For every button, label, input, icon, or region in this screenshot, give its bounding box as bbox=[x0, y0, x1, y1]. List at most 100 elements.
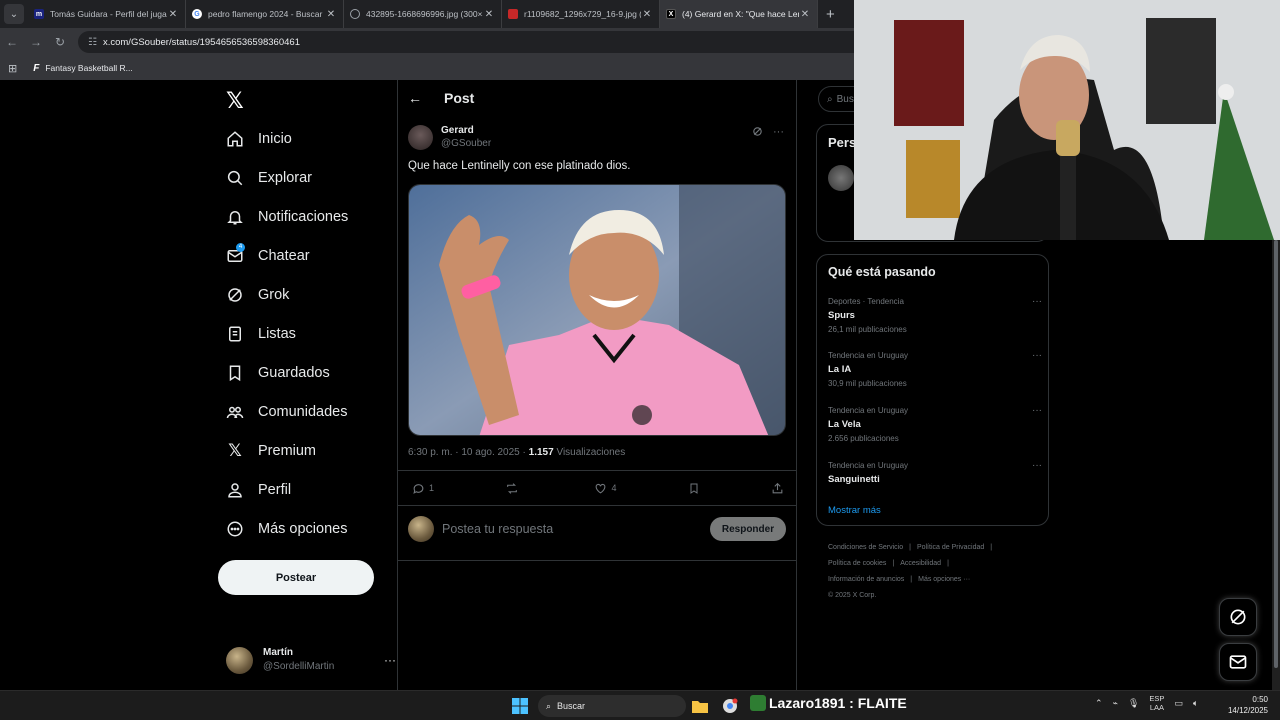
reply-input[interactable]: Postea tu respuesta bbox=[442, 522, 553, 536]
messages-float-button[interactable] bbox=[1219, 643, 1257, 681]
volume-icon[interactable]: 🔈︎ bbox=[1193, 698, 1198, 709]
author-avatar[interactable] bbox=[408, 124, 433, 150]
reply-button[interactable]: 1 bbox=[412, 482, 434, 495]
grok-icon[interactable] bbox=[752, 126, 763, 140]
back-icon[interactable]: ← bbox=[0, 35, 24, 49]
nav-item-premium[interactable]: 𝕏 Premium bbox=[226, 441, 316, 460]
trend-item[interactable]: Tendencia en Uruguay Sanguinetti ··· bbox=[828, 459, 1042, 487]
windows-start-icon[interactable] bbox=[510, 696, 530, 716]
language-indicator[interactable]: ESP LAA bbox=[1149, 694, 1164, 712]
browser-tab[interactable]: 432895-1668696996.jpg (300×300) ✕ bbox=[344, 0, 502, 28]
nav-item-comunidades[interactable]: Comunidades bbox=[226, 403, 347, 421]
footer-link[interactable]: Condiciones de Servicio bbox=[828, 544, 903, 551]
author-name[interactable]: Gerard bbox=[441, 124, 491, 137]
like-button[interactable]: 4 bbox=[594, 482, 617, 495]
file-explorer-icon[interactable] bbox=[690, 696, 710, 716]
poster-image bbox=[894, 20, 964, 126]
nav-item-mas-opciones[interactable]: Más opciones bbox=[226, 520, 347, 538]
close-tab-icon[interactable]: ✕ bbox=[325, 9, 337, 20]
grok-float-button[interactable] bbox=[1219, 598, 1257, 636]
trend-context: Tendencia en Uruguay bbox=[828, 461, 909, 470]
nav-item-grok[interactable]: Grok bbox=[226, 286, 289, 304]
display-icon[interactable]: ▭ bbox=[1174, 698, 1183, 709]
browser-tab[interactable]: m Tomás Guidara - Perfil del jugador ✕ bbox=[28, 0, 186, 28]
more-icon[interactable]: ··· bbox=[384, 653, 396, 667]
clock[interactable]: 0:50 14/12/2025 bbox=[1220, 694, 1268, 716]
show-more-link[interactable]: Mostrar más bbox=[828, 505, 881, 516]
nav-item-listas[interactable]: Listas bbox=[226, 325, 296, 343]
goodfellas-poster-image bbox=[1146, 18, 1216, 124]
copyright: © 2025 X Corp. bbox=[828, 592, 877, 599]
browser-tab[interactable]: G pedro flamengo 2024 - Buscar con Googl… bbox=[186, 0, 344, 28]
nav-item-chatear[interactable]: 4 Chatear bbox=[226, 243, 310, 265]
apps-grid-icon[interactable]: ⊞ bbox=[8, 62, 17, 75]
browser-tab-active[interactable]: X (4) Gerard en X: "Que hace Lentinelly … bbox=[660, 0, 818, 28]
close-tab-icon[interactable]: ✕ bbox=[641, 9, 653, 20]
footer-link[interactable]: Política de cookies bbox=[828, 560, 886, 567]
bookmark-button[interactable] bbox=[688, 482, 700, 495]
share-button[interactable] bbox=[771, 482, 784, 495]
lang-layout: LAA bbox=[1149, 703, 1164, 712]
nav-item-guardados[interactable]: Guardados bbox=[226, 364, 330, 382]
close-tab-icon[interactable]: ✕ bbox=[167, 9, 179, 20]
tab-title: (4) Gerard en X: "Que hace Lentinelly co… bbox=[682, 9, 799, 19]
nav-item-inicio[interactable]: Inicio bbox=[226, 130, 292, 148]
repost-button[interactable] bbox=[505, 482, 523, 495]
more-icon[interactable]: ··· bbox=[773, 126, 784, 140]
site-favicon-icon: m bbox=[34, 9, 44, 19]
more-icon[interactable]: ··· bbox=[1032, 349, 1042, 363]
nav-label: Perfil bbox=[258, 482, 292, 498]
post-timestamp[interactable]: 6:30 p. m. · 10 ago. 2025 · bbox=[408, 447, 529, 458]
post-author[interactable]: Gerard @GSouber bbox=[408, 124, 491, 150]
post-meta: 6:30 p. m. · 10 ago. 2025 · 1.157 Visual… bbox=[408, 447, 625, 458]
footer-link[interactable]: Información de anuncios bbox=[828, 576, 904, 583]
reply-submit-button[interactable]: Responder bbox=[710, 517, 786, 541]
forward-icon[interactable]: → bbox=[24, 35, 48, 49]
reload-icon[interactable]: ↻ bbox=[48, 35, 72, 49]
like-count: 4 bbox=[611, 483, 617, 493]
nav-label: Chatear bbox=[258, 248, 310, 264]
close-tab-icon[interactable]: ✕ bbox=[483, 9, 495, 20]
footer-link[interactable]: Accesibilidad bbox=[900, 560, 941, 567]
tab-search-button[interactable]: ⌄ bbox=[4, 4, 24, 24]
trend-item[interactable]: Tendencia en Uruguay La IA 30,9 mil publ… bbox=[828, 349, 1042, 391]
search-icon: ⌕ bbox=[546, 700, 552, 711]
post-button[interactable]: Postear bbox=[218, 560, 374, 595]
scrollbar-thumb[interactable] bbox=[1274, 240, 1278, 668]
post-image[interactable] bbox=[408, 184, 786, 436]
more-icon[interactable]: ··· bbox=[1032, 459, 1042, 473]
author-handle[interactable]: @GSouber bbox=[441, 137, 491, 150]
nav-item-perfil[interactable]: Perfil bbox=[226, 481, 291, 499]
browser-tab[interactable]: r1109682_1296x729_16-9.jpg (1296×729) ✕ bbox=[502, 0, 660, 28]
footer-sep: | bbox=[910, 576, 913, 583]
url-field[interactable]: ☷ x.com/GSouber/status/19546565365983604… bbox=[78, 31, 878, 53]
more-icon[interactable]: ··· bbox=[1032, 295, 1042, 309]
bookmark-item[interactable]: F Fantasy Basketball R... bbox=[33, 63, 133, 74]
mic-icon[interactable]: 🎙︎ bbox=[1128, 698, 1139, 709]
site-info-icon[interactable]: ☷ bbox=[88, 37, 97, 48]
footer-link[interactable]: Política de Privacidad bbox=[917, 544, 984, 551]
suggested-avatar[interactable] bbox=[828, 165, 854, 191]
x-logo-icon[interactable]: 𝕏 bbox=[226, 88, 244, 114]
back-arrow-icon[interactable]: ← bbox=[408, 90, 434, 106]
trend-context: Tendencia en Uruguay bbox=[828, 351, 909, 360]
chevron-up-icon[interactable]: ⌃ bbox=[1095, 698, 1103, 709]
trend-item[interactable]: Tendencia en Uruguay La Vela 2.656 publi… bbox=[828, 404, 1042, 446]
taskbar-search[interactable]: ⌕ Buscar bbox=[538, 695, 686, 717]
page-scrollbar[interactable] bbox=[1272, 240, 1280, 690]
lang-code: ESP bbox=[1149, 694, 1165, 703]
grok-icon bbox=[226, 286, 244, 304]
reply-count: 1 bbox=[429, 483, 435, 493]
chat-user-icon bbox=[750, 695, 766, 711]
nav-item-notificaciones[interactable]: Notificaciones bbox=[226, 208, 348, 226]
new-tab-button[interactable]: + bbox=[826, 6, 835, 23]
trend-item[interactable]: Deportes · Tendencia Spurs 26,1 mil publ… bbox=[828, 295, 1042, 337]
fantasy-logo-icon: F bbox=[33, 62, 40, 74]
network-icon[interactable]: ⌁ bbox=[1113, 698, 1118, 709]
close-tab-icon[interactable]: ✕ bbox=[799, 9, 811, 20]
account-switcher[interactable]: Martín @SordelliMartin ··· bbox=[226, 642, 396, 678]
footer-link[interactable]: Más opciones ··· bbox=[918, 576, 970, 583]
chrome-icon[interactable] bbox=[720, 696, 740, 716]
nav-item-explorar[interactable]: Explorar bbox=[226, 169, 312, 187]
more-icon[interactable]: ··· bbox=[1032, 404, 1042, 418]
